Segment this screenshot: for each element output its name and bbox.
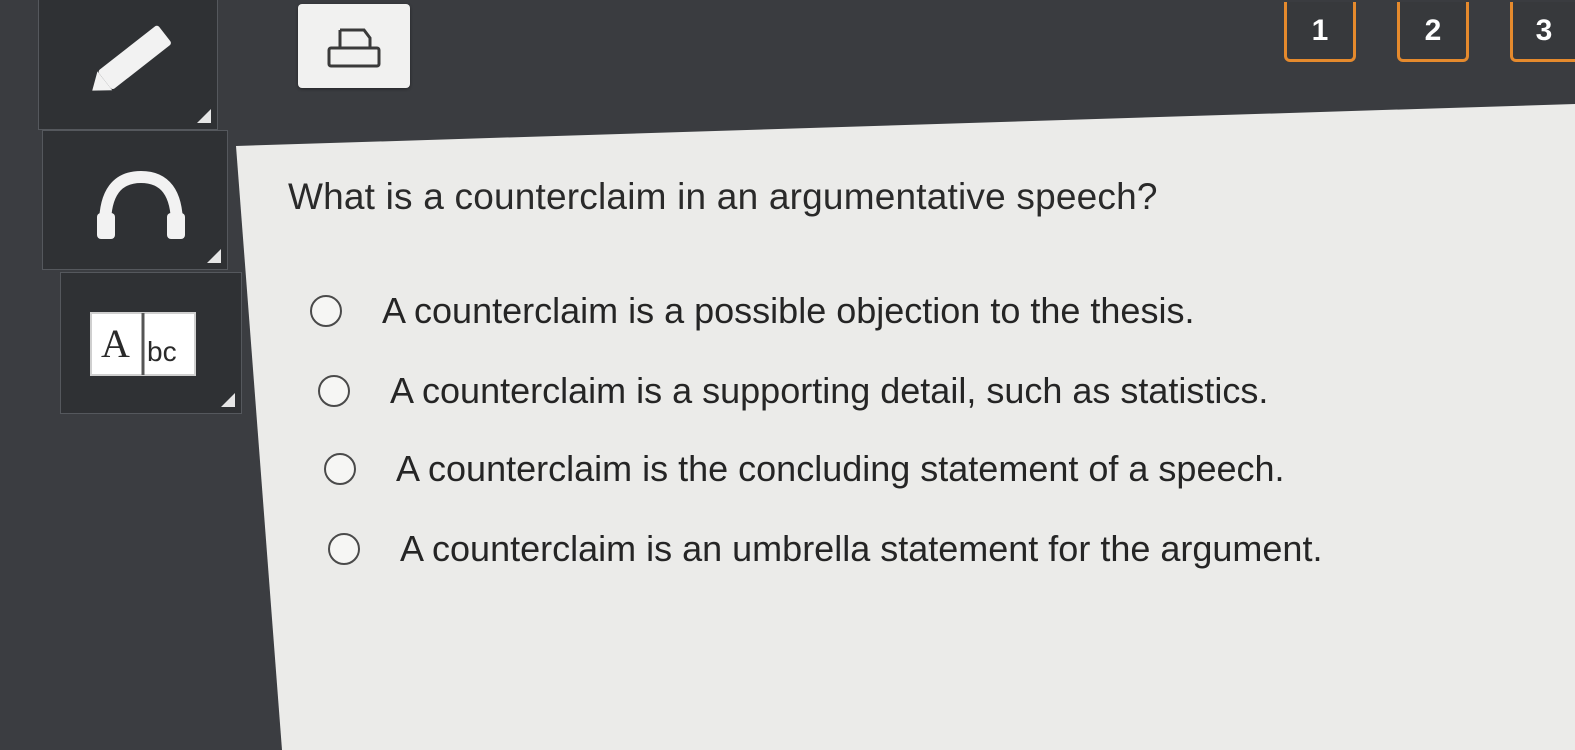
tool-sidebar: A bc — [38, 0, 242, 420]
pencil-icon — [92, 25, 171, 91]
radio-button[interactable] — [310, 295, 342, 327]
answer-option-label: A counterclaim is an umbrella statement … — [400, 528, 1323, 569]
tool-expand-corner — [197, 109, 211, 123]
audio-tool-button[interactable] — [42, 130, 228, 270]
tool-expand-corner — [221, 393, 235, 407]
abc-book-icon: A bc — [90, 312, 196, 376]
answer-option-1[interactable]: A counterclaim is a possible objection t… — [310, 290, 1194, 332]
svg-text:A: A — [101, 321, 130, 366]
radio-button[interactable] — [324, 453, 356, 485]
answer-option-label: A counterclaim is a supporting detail, s… — [390, 370, 1269, 411]
answer-option-2[interactable]: A counterclaim is a supporting detail, s… — [318, 370, 1268, 412]
answer-option-4[interactable]: A counterclaim is an umbrella statement … — [328, 528, 1322, 570]
question-text: What is a counterclaim in an argumentati… — [288, 176, 1158, 217]
print-icon — [327, 28, 381, 68]
answer-option-label: A counterclaim is a possible objection t… — [382, 290, 1195, 331]
radio-button[interactable] — [318, 375, 350, 407]
pencil-tool-button[interactable] — [38, 0, 218, 130]
page-button-3[interactable]: 3 — [1510, 2, 1575, 62]
tool-expand-corner — [207, 249, 221, 263]
radio-button[interactable] — [328, 533, 360, 565]
dictionary-tool-button[interactable]: A bc — [60, 272, 242, 414]
answer-option-3[interactable]: A counterclaim is the concluding stateme… — [324, 448, 1285, 490]
print-button[interactable] — [298, 4, 410, 88]
page-button-1[interactable]: 1 — [1284, 2, 1356, 62]
page-button-2[interactable]: 2 — [1397, 2, 1469, 62]
answer-option-label: A counterclaim is the concluding stateme… — [396, 448, 1285, 489]
svg-text:bc: bc — [147, 336, 177, 367]
headphones-icon — [97, 170, 185, 239]
